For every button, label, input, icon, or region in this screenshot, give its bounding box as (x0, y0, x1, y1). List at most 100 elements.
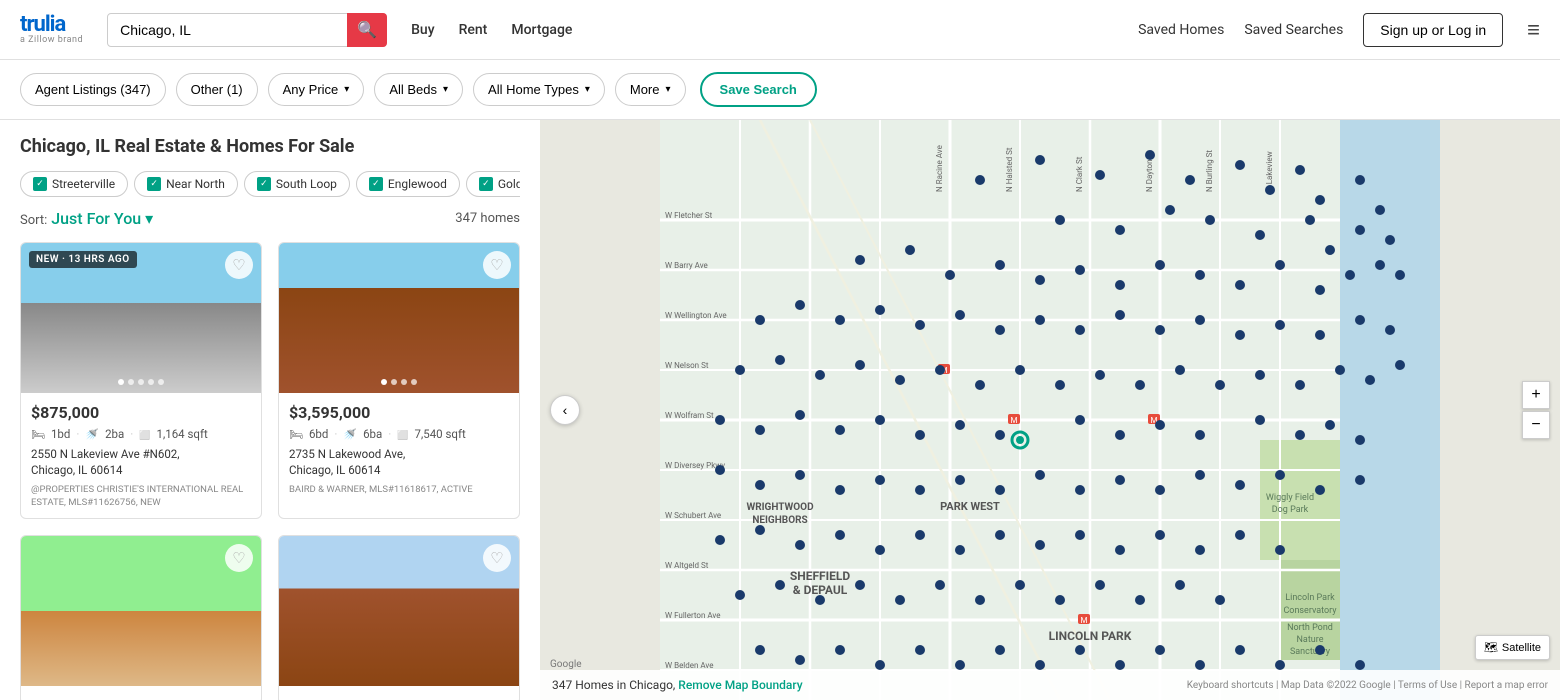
logo-sub: a Zillow brand (20, 36, 83, 45)
listing-beds: 6bd (309, 427, 328, 441)
logo-text: trulia (20, 14, 83, 36)
listing-dots (381, 379, 417, 385)
search-icon: 🔍 (357, 20, 377, 40)
listing-card[interactable]: ♡ (20, 535, 262, 700)
hamburger-icon[interactable]: ≡ (1527, 17, 1540, 43)
listing-info (21, 686, 261, 700)
zoom-in-button[interactable]: + (1522, 381, 1550, 409)
listing-sqft: 7,540 sqft (415, 427, 466, 441)
listing-favorite-button[interactable]: ♡ (483, 544, 511, 572)
sort-value[interactable]: Just For You ▾ (51, 209, 153, 228)
svg-text:& DEPAUL: & DEPAUL (793, 583, 848, 597)
remove-boundary-button[interactable]: Remove Map Boundary (678, 678, 802, 692)
satellite-button[interactable]: 🗺 Satellite (1475, 635, 1550, 660)
chip-south-loop-check: ✓ (257, 177, 271, 191)
chip-streeterville-label: Streeterville (52, 177, 115, 191)
svg-text:NEIGHBORS: NEIGHBORS (752, 515, 807, 526)
left-panel: Chicago, IL Real Estate & Homes For Sale… (0, 120, 540, 700)
listing-agent: @PROPERTIES CHRISTIE'S INTERNATIONAL REA… (31, 483, 251, 510)
nav-rent[interactable]: Rent (459, 22, 488, 38)
listing-baths: 2ba (105, 427, 124, 441)
svg-text:W Belden Ave: W Belden Ave (665, 661, 714, 670)
other-filter[interactable]: Other (1) (176, 73, 258, 106)
chip-gold-coast[interactable]: ✓ Gold Coast (466, 171, 520, 197)
separator: · (388, 427, 391, 441)
svg-text:Dog Park: Dog Park (1272, 505, 1309, 515)
nav-buy[interactable]: Buy (411, 22, 434, 38)
home-types-filter[interactable]: All Home Types ▾ (473, 73, 605, 106)
header-right: Saved Homes Saved Searches Sign up or Lo… (1138, 13, 1540, 47)
svg-text:W Schubert Ave: W Schubert Ave (665, 511, 721, 520)
page-title: Chicago, IL Real Estate & Homes For Sale (20, 136, 520, 157)
agent-listings-label: Agent Listings (347) (35, 82, 151, 97)
sort-label: Sort: (20, 213, 47, 228)
more-chevron-icon: ▾ (666, 84, 671, 95)
chip-south-loop[interactable]: ✓ South Loop (244, 171, 350, 197)
map-area: W Fletcher St W Barry Ave W Wellington A… (540, 120, 1560, 700)
listing-price: $875,000 (31, 403, 251, 422)
svg-text:W Wolfram St: W Wolfram St (665, 411, 714, 420)
sign-up-button[interactable]: Sign up or Log in (1363, 13, 1503, 47)
listing-favorite-button[interactable]: ♡ (225, 544, 253, 572)
svg-text:M: M (1081, 616, 1088, 625)
svg-text:PARK WEST: PARK WEST (940, 500, 1000, 513)
more-label: More (630, 82, 660, 97)
listing-card[interactable]: ♡ $3,595,000 6bd · 6ba (278, 242, 520, 519)
chip-englewood[interactable]: ✓ Englewood (356, 171, 460, 197)
nav-mortgage[interactable]: Mortgage (511, 22, 572, 38)
chip-south-loop-label: South Loop (276, 177, 337, 191)
google-logo: Google (550, 659, 582, 670)
listing-dot (158, 379, 164, 385)
chip-streeterville[interactable]: ✓ Streeterville (20, 171, 128, 197)
chip-englewood-label: Englewood (388, 177, 447, 191)
listing-address: 2550 N Lakeview Ave #N602,Chicago, IL 60… (31, 446, 251, 478)
bath-icon (343, 427, 357, 441)
bed-icon (289, 427, 303, 441)
search-input[interactable] (107, 13, 387, 47)
listing-favorite-button[interactable]: ♡ (483, 251, 511, 279)
separator: · (334, 427, 337, 441)
listing-card[interactable]: ♡ (278, 535, 520, 700)
agent-listings-filter[interactable]: Agent Listings (347) (20, 73, 166, 106)
listing-dot (128, 379, 134, 385)
logo: trulia a Zillow brand (20, 14, 83, 45)
save-search-button[interactable]: Save Search (700, 72, 817, 107)
chip-gold-coast-check: ✓ (479, 177, 493, 191)
beds-chevron-icon: ▾ (443, 84, 448, 95)
listing-dots (118, 379, 164, 385)
sort-row: Sort: Just For You ▾ 347 homes (20, 209, 520, 228)
saved-homes-link[interactable]: Saved Homes (1138, 22, 1224, 38)
sqft-icon (397, 427, 408, 441)
svg-text:N Halsted St: N Halsted St (1005, 147, 1014, 192)
listing-favorite-button[interactable]: ♡ (225, 251, 253, 279)
listing-address: 2735 N Lakewood Ave,Chicago, IL 60614 (289, 446, 509, 478)
listing-beds: 1bd (51, 427, 70, 441)
separator: · (130, 427, 133, 441)
price-filter[interactable]: Any Price ▾ (268, 73, 365, 106)
main-nav: Buy Rent Mortgage (411, 22, 572, 38)
svg-text:W Altgeld St: W Altgeld St (665, 561, 709, 570)
svg-text:W Fletcher St: W Fletcher St (665, 211, 713, 220)
more-filter[interactable]: More ▾ (615, 73, 686, 106)
map-bottom-bar: 347 Homes in Chicago, Remove Map Boundar… (540, 670, 1560, 700)
listing-agent: BAIRD & WARNER, MLS#11618617, ACTIVE (289, 483, 509, 496)
listing-card[interactable]: NEW · 13 HRS AGO ♡ $875,000 1bd (20, 242, 262, 519)
chip-near-north[interactable]: ✓ Near North (134, 171, 238, 197)
main-header: trulia a Zillow brand 🔍 Buy Rent Mortgag… (0, 0, 1560, 60)
satellite-icon: 🗺 (1484, 641, 1498, 654)
zoom-out-button[interactable]: − (1522, 411, 1550, 439)
listing-price: $3,595,000 (289, 403, 509, 422)
map-left-button[interactable]: ‹ (550, 395, 580, 425)
beds-filter[interactable]: All Beds ▾ (374, 73, 463, 106)
svg-text:Nature: Nature (1297, 635, 1324, 645)
svg-text:N Burling St: N Burling St (1205, 150, 1214, 192)
search-button[interactable]: 🔍 (347, 13, 387, 47)
bed-icon (31, 427, 45, 441)
search-bar: 🔍 (107, 13, 387, 47)
home-types-chevron-icon: ▾ (585, 84, 590, 95)
listing-image-wrap: NEW · 13 HRS AGO ♡ (21, 243, 261, 393)
chip-near-north-label: Near North (166, 177, 225, 191)
svg-text:Wiggly Field: Wiggly Field (1266, 493, 1314, 503)
price-label: Any Price (283, 82, 339, 97)
saved-searches-link[interactable]: Saved Searches (1244, 22, 1343, 38)
